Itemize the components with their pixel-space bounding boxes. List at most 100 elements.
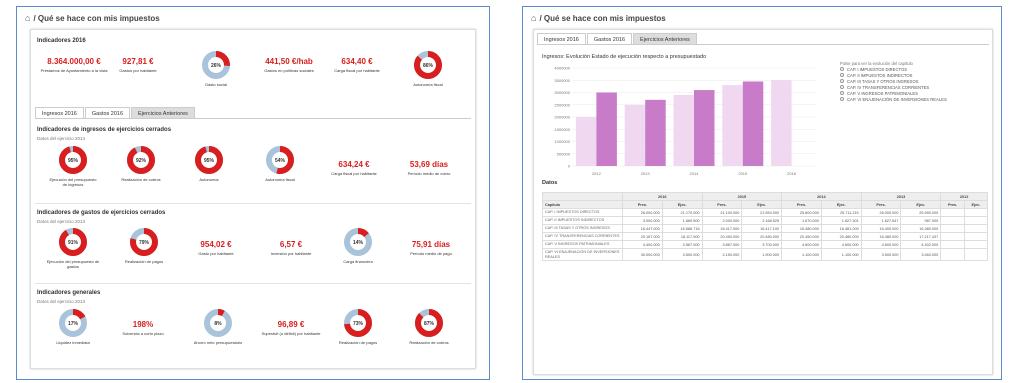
metric-prestamos: 8.364.000,00 € Préstamos de Ayuntamiento…	[40, 57, 108, 73]
table-cell: 20.450.000	[781, 232, 822, 241]
table-cell: 25.990.000	[900, 208, 942, 217]
table-cell: 4.402.000	[900, 240, 942, 249]
table-cell	[963, 216, 989, 225]
home-icon[interactable]: ⌂	[531, 13, 536, 23]
donut-autonomia-fiscal-2013: 54% Autonomía fiscal	[255, 145, 305, 182]
chart-legend: Pulse para ver la evolución del capítulo…	[840, 60, 990, 102]
donut-percent: 8%	[214, 321, 222, 327]
donut-gasto-social: 26% Gasto social	[196, 50, 236, 87]
table-cell: 1.100.000	[781, 248, 822, 261]
sec-gastos-subtitle: Datos del ejercicio 2013	[37, 219, 86, 224]
table-cell: 16.400.000	[860, 224, 902, 233]
bar	[673, 94, 694, 166]
right-tabs: Ingresos 2016 Gastos 2016 Ejercicios Ant…	[537, 33, 989, 45]
radio-icon	[840, 85, 844, 89]
table-cell: 25.800.000	[781, 208, 822, 217]
donut-percent: 26%	[211, 63, 222, 69]
bar	[624, 104, 646, 166]
metric-inversion-habitante: 6,57 € Inversión por habitante	[270, 240, 312, 256]
bar	[694, 90, 715, 166]
donut-label: Ejecución del presupuesto de ingresos	[49, 177, 97, 187]
table-cell: 16.480.000	[860, 232, 902, 241]
x-tick-label: 2015	[738, 171, 748, 176]
table-cell: 4.600.000	[820, 240, 862, 249]
table-cell: 16.417.000	[701, 224, 743, 233]
donut-liquidez: 17% Liquidez inmediata	[47, 308, 99, 345]
donut-percent: 92%	[136, 158, 147, 164]
table-cell: 30.000.000	[622, 248, 663, 261]
donut-ejecucion-ingresos: 95% Ejecución del presupuesto de ingresos	[47, 145, 99, 187]
table-cell: 1.670.000	[781, 216, 822, 225]
indicators-panel: Indicadores 2016 8.364.000,00 € Préstamo…	[30, 29, 476, 369]
y-tick-label: 1500000	[554, 127, 570, 132]
donut-label: Realización de pagos	[338, 340, 378, 345]
metric-politicas-sociales: 441,50 €/hab Gastos en políticas sociale…	[264, 57, 314, 73]
x-tick-label: 2014	[690, 171, 700, 176]
table-row: CAP. I IMPUESTOS DIRECTOS 26.000.000 21.17…	[542, 208, 989, 217]
legend-item[interactable]: CAP. VI ENAJENACIÓN DE INVERSIONES REALE…	[840, 96, 990, 102]
table-cell: 17.217.437	[900, 232, 942, 241]
tab-ingresos[interactable]: Ingresos 2016	[35, 107, 84, 118]
table-row: CAP. VI ENAJENACIÓN DE INVERSIONES REALE…	[542, 248, 989, 261]
divider	[35, 203, 471, 204]
donut-percent: 87%	[424, 321, 435, 327]
donut-label: Liquidez inmediata	[56, 340, 90, 345]
metric-solvencia: 198% Solvencia a corto plazo	[122, 320, 164, 336]
donut-chart: 95%	[59, 146, 87, 174]
tab-ejercicios-anteriores[interactable]: Ejercicios Anteriores	[131, 107, 195, 118]
table-cell	[940, 240, 965, 249]
home-icon[interactable]: ⌂	[25, 13, 30, 23]
donut-percent: 95%	[204, 158, 215, 164]
donut-realizacion-pagos: 79% Realización de pagos	[119, 227, 169, 264]
col-ejec: Ejec.	[820, 200, 862, 209]
bar	[771, 80, 792, 166]
bar	[645, 99, 666, 166]
table-cell	[963, 224, 989, 233]
tab-gastos[interactable]: Gastos 2016	[586, 33, 633, 44]
sec-ingresos-subtitle: Datos del ejercicio 2013	[37, 136, 86, 141]
tab-ingresos[interactable]: Ingresos 2016	[537, 33, 586, 44]
sec-generales-subtitle: Datos del ejercicio 2013	[37, 299, 86, 304]
table-cell	[963, 208, 989, 217]
donut-ahorro-neto: 8% Ahorro neto presupuestario	[189, 308, 247, 345]
table-cell: 3.700.000	[741, 240, 783, 249]
sec-generales-title: Indicadores generales	[37, 290, 101, 296]
metric-periodo-pago: 75,91 días Período medio de pago	[410, 240, 452, 256]
y-tick-label: 0	[568, 164, 571, 169]
table-cell: 20.480.000	[741, 232, 783, 241]
donut-percent: 86%	[423, 63, 434, 69]
table-cell: 3.000.000	[622, 216, 663, 225]
col-pres: Pres.	[940, 200, 965, 209]
table-cell: 1.627.647	[860, 216, 902, 225]
donut-chart: 87%	[415, 309, 443, 337]
metric-carga-fiscal: 634,40 € Carga fiscal por habitante	[334, 57, 380, 73]
right-window: ⌂ / Qué se hace con mis impuestos Ingres…	[522, 6, 1002, 380]
table-cell: 2.000.000	[701, 216, 743, 225]
donut-chart: 17%	[59, 309, 87, 337]
evolution-chart: 4000000 3500000 3000000 2500000 2000000 15000…	[554, 66, 816, 176]
row-label: CAP. I IMPUESTOS DIRECTOS	[542, 208, 623, 217]
tab-ejercicios-anteriores[interactable]: Ejercicios Anteriores	[633, 33, 697, 44]
left-tabs: Ingresos 2016 Gastos 2016 Ejercicios Ant…	[35, 107, 471, 119]
bar	[742, 81, 764, 166]
table-cell: 3.500.000	[661, 248, 703, 261]
metric-carga-fiscal-2013: 634,24 € Carga fiscal por habitante	[331, 160, 377, 176]
donut-chart: 14%	[344, 228, 372, 256]
metric-gastos-habitante: 927,81 € Gastos por habitante	[119, 57, 157, 73]
donut-ejecucion-gastos: 91% Ejecución del presupuesto de gastos	[45, 227, 101, 269]
divider	[35, 283, 471, 284]
donut-label: Realización de cobros	[409, 340, 449, 345]
sec-gastos-title: Indicadores de gastos de ejercicios cerr…	[37, 210, 166, 216]
y-tick-label: 500000	[557, 151, 571, 156]
table-cell	[940, 208, 965, 217]
tab-gastos[interactable]: Gastos 2016	[84, 107, 131, 118]
table-cell: 3.867.000	[701, 240, 743, 249]
donut-chart: 79%	[130, 228, 158, 256]
left-window: ⌂ / Qué se hace con mis impuestos Indica…	[16, 6, 490, 380]
table-cell	[963, 232, 989, 241]
y-tick-label: 3500000	[554, 78, 570, 83]
col-capitulo: Capítulo	[542, 200, 623, 209]
radio-icon	[840, 73, 844, 77]
donut-chart: 26%	[202, 51, 230, 79]
donut-carga-financiera: 14% Carga financiera	[331, 227, 385, 264]
